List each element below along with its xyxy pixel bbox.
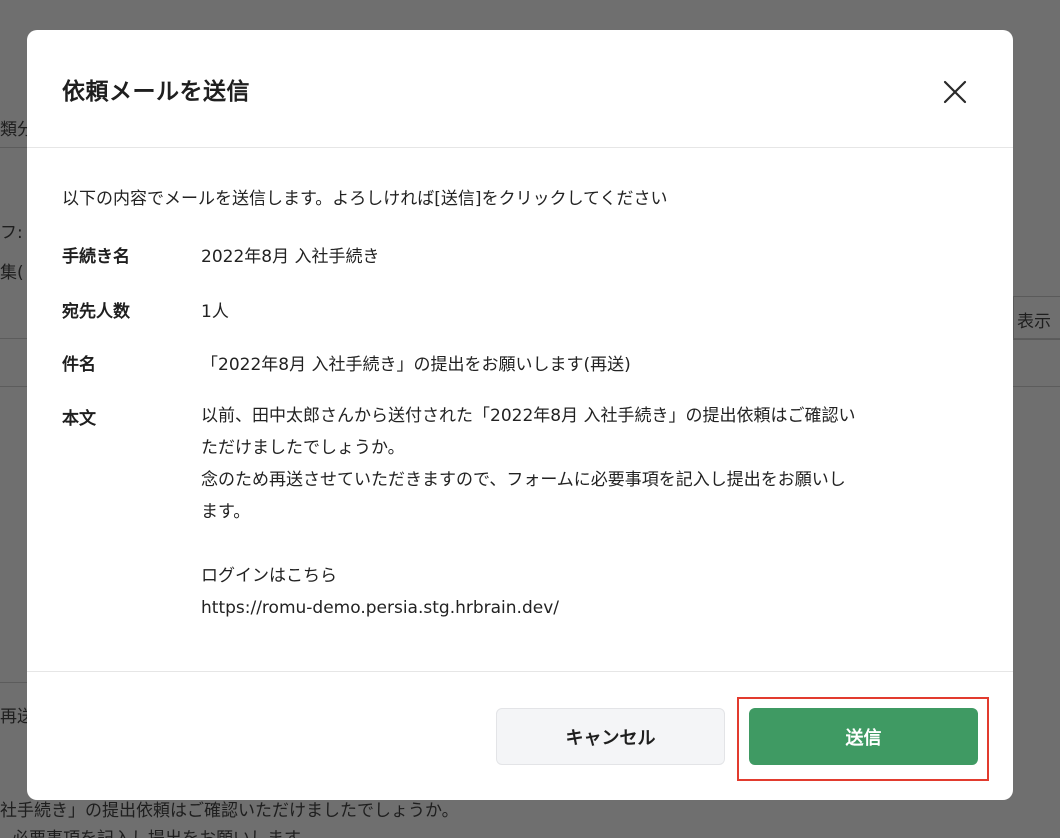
body-value: 以前、田中太郎さんから送付された「2022年8月 入社手続き」の提出依頼はご確認… <box>201 400 986 624</box>
bg-display-button: 表示 <box>1013 296 1060 340</box>
send-button[interactable]: 送信 <box>749 708 978 765</box>
body-line: 念のため再送させていただきますので、フォームに必要事項を記入し提出をお願いし <box>201 470 846 490</box>
body-line: ログインはこちら <box>201 566 337 586</box>
recipient-count-label: 宛先人数 <box>62 302 130 322</box>
body-blank-line <box>201 528 986 560</box>
cancel-button[interactable]: キャンセル <box>496 708 725 765</box>
dialog-header: 依頼メールを送信 <box>27 30 1013 148</box>
bg-divider <box>0 147 27 148</box>
body-line: 以前、田中太郎さんから送付された「2022年8月 入社手続き」の提出依頼はご確認… <box>201 406 856 426</box>
bg-text-fragment: 表示 <box>1017 312 1051 332</box>
bg-divider <box>0 386 27 387</box>
body-label: 本文 <box>62 409 96 429</box>
intro-text: 以下の内容でメールを送信します。よろしければ[送信]をクリックしてください <box>62 189 668 209</box>
subject-label: 件名 <box>62 355 96 375</box>
dialog-footer: キャンセル 送信 <box>27 671 1013 800</box>
body-line: ただけましたでしょうか。 <box>201 438 405 458</box>
body-line: ます。 <box>201 502 251 522</box>
close-icon <box>943 80 967 104</box>
page: 類分 フ: 集( 表示 再送 社手続き」の提出依頼はご確認いただけましたでしょう… <box>0 0 1060 838</box>
subject-value: 「2022年8月 入社手続き」の提出をお願いします(再送) <box>201 355 631 375</box>
procedure-name-value: 2022年8月 入社手続き <box>201 247 380 267</box>
bg-text-fragment: 集( <box>0 263 24 283</box>
send-request-email-dialog: 依頼メールを送信 以下の内容でメールを送信します。よろしければ[送信]をクリック… <box>27 30 1013 800</box>
bg-text-fragment: フ: <box>0 223 23 243</box>
login-url: https://romu-demo.persia.stg.hrbrain.dev… <box>201 598 559 618</box>
bg-divider <box>1013 386 1060 387</box>
procedure-name-label: 手続き名 <box>62 247 130 267</box>
bg-divider <box>0 682 27 683</box>
dialog-title: 依頼メールを送信 <box>62 79 250 105</box>
bg-divider <box>0 338 27 339</box>
bg-divider <box>1013 338 1060 339</box>
close-button[interactable] <box>935 72 975 112</box>
bg-text-fragment: 必要事項を記入し提出をお願いします <box>12 824 301 838</box>
recipient-count-value: 1人 <box>201 302 229 322</box>
